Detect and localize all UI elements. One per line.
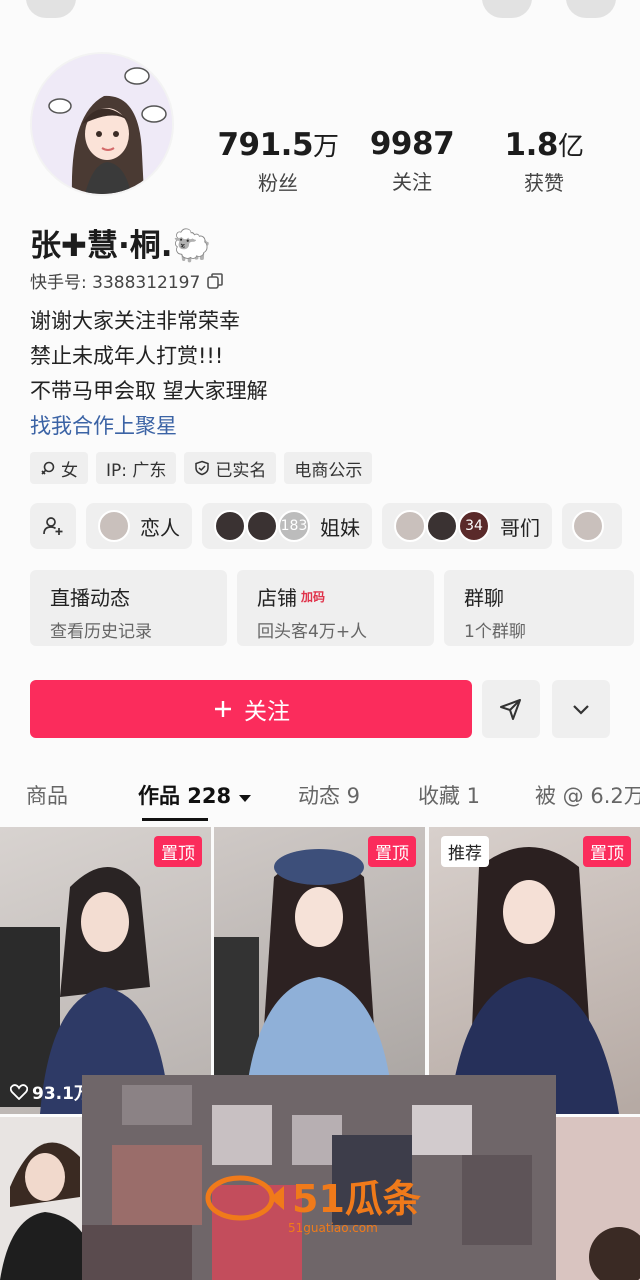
watermark-domain: 51guatiao.com xyxy=(288,1221,378,1235)
copy-icon[interactable] xyxy=(206,272,224,290)
tag-text: 女 xyxy=(61,460,78,481)
video-thumbnail[interactable]: 置顶 93.1万 xyxy=(0,827,211,1114)
send-message-button[interactable] xyxy=(482,680,540,738)
more-options-button[interactable] xyxy=(552,680,610,738)
pinned-badge: 置顶 xyxy=(368,836,416,867)
video-thumbnail[interactable]: 置顶 xyxy=(214,827,425,1114)
send-icon xyxy=(500,699,521,720)
tag-text: IP: 广东 xyxy=(106,460,167,481)
card-title: 直播动态 xyxy=(50,586,130,610)
tag-text: 已实名 xyxy=(215,460,267,481)
card-subtitle: 1个群聊 xyxy=(464,622,526,642)
avatar xyxy=(572,510,604,542)
stat-label: 获赞 xyxy=(524,171,564,195)
card-badge: 加码 xyxy=(301,590,326,604)
search-button[interactable] xyxy=(482,0,532,18)
plus-icon xyxy=(215,701,231,717)
stat-label: 关注 xyxy=(392,170,432,194)
card-subtitle: 回头客4万+人 xyxy=(257,622,368,642)
avatar-illustration xyxy=(32,54,172,194)
video-preview xyxy=(214,849,394,1114)
tag-ecommerce[interactable]: 电商公示 xyxy=(284,452,373,484)
shield-check-icon xyxy=(195,460,210,476)
bio: 谢谢大家关注非常荣幸 禁止未成年人打赏!!! 不带马甲会取 望大家理解 找我合作… xyxy=(30,304,268,444)
feature-cards: 直播动态 查看历史记录 店铺 加码 回头客4万+人 群聊 1个群聊 xyxy=(30,570,634,646)
tag-text: 电商公示 xyxy=(294,460,363,481)
avatar xyxy=(214,510,246,542)
video-preview xyxy=(0,867,170,1114)
card-group-chat[interactable]: 群聊 1个群聊 xyxy=(444,570,634,646)
relation-brothers[interactable]: 34 哥们 xyxy=(382,503,552,549)
card-title: 店铺 xyxy=(257,586,297,610)
tab-goods[interactable]: 商品 xyxy=(26,780,68,810)
more-button[interactable] xyxy=(566,0,616,18)
content-tabs: 商品 作品 228 动态 9 收藏 1 被 @ 6.2万 xyxy=(0,770,640,822)
add-user-icon xyxy=(43,517,63,535)
relation-more[interactable] xyxy=(562,503,622,549)
avatar[interactable] xyxy=(30,52,174,196)
follow-button[interactable]: 关注 xyxy=(30,680,472,738)
bio-line: 谢谢大家关注非常荣幸 xyxy=(30,309,240,333)
user-id: 快手号: 3388312197 xyxy=(30,268,224,293)
tag-verified[interactable]: 已实名 xyxy=(184,452,277,484)
follow-label: 关注 xyxy=(244,699,290,725)
relation-lover[interactable]: 恋人 xyxy=(86,503,192,549)
cooperation-link[interactable]: 找我合作上聚星 xyxy=(30,409,268,444)
profile-name: 张✚慧·桐.🐑 xyxy=(30,228,212,264)
relation-label: 姐妹 xyxy=(320,515,360,540)
relations-row: 恋人 183 姐妹 34 哥们 xyxy=(30,503,622,549)
stat-label: 粉丝 xyxy=(258,171,298,195)
stat-value: 1.8亿 xyxy=(504,127,584,163)
tab-works[interactable]: 作品 228 xyxy=(138,780,252,810)
avatar xyxy=(98,510,130,542)
relation-count: 183 xyxy=(278,510,310,542)
bio-line: 不带马甲会取 望大家理解 xyxy=(30,379,268,403)
tag-ip: IP: 广东 xyxy=(96,452,177,484)
watermark-brand: 51瓜条 xyxy=(292,1177,421,1221)
relation-sisters[interactable]: 183 姐妹 xyxy=(202,503,372,549)
avatar xyxy=(426,510,458,542)
card-live[interactable]: 直播动态 查看历史记录 xyxy=(30,570,227,646)
heart-icon xyxy=(10,1083,28,1100)
tag-gender: 女 xyxy=(30,452,88,484)
back-button[interactable] xyxy=(26,0,76,18)
video-thumbnail[interactable]: 推荐 置顶 xyxy=(429,827,640,1114)
card-title: 群聊 xyxy=(464,586,504,610)
watermark-logo: 51瓜条 51guatiao.com xyxy=(205,1175,421,1235)
stat-value: 9987 xyxy=(369,126,455,162)
relation-count: 34 xyxy=(458,510,490,542)
relation-label: 哥们 xyxy=(500,515,540,540)
card-shop[interactable]: 店铺 加码 回头客4万+人 xyxy=(237,570,434,646)
female-icon xyxy=(41,461,55,475)
user-id-text: 快手号: 3388312197 xyxy=(30,273,201,293)
stat-following[interactable]: 9987 关注 xyxy=(342,126,482,195)
avatar xyxy=(394,510,426,542)
avatar xyxy=(246,510,278,542)
chevron-down-icon xyxy=(573,705,589,715)
relation-label: 恋人 xyxy=(140,515,180,540)
tab-favorites[interactable]: 收藏 1 xyxy=(418,780,480,810)
tab-label: 作品 228 xyxy=(138,784,232,808)
profile-tags: 女 IP: 广东 已实名 电商公示 xyxy=(30,452,373,484)
caret-down-icon xyxy=(239,795,252,802)
tab-mentioned[interactable]: 被 @ 6.2万 xyxy=(535,780,640,810)
pinned-badge: 置顶 xyxy=(154,836,202,867)
active-tab-indicator xyxy=(142,818,208,821)
tab-moments[interactable]: 动态 9 xyxy=(298,780,360,810)
card-subtitle: 查看历史记录 xyxy=(50,622,152,642)
stat-likes[interactable]: 1.8亿 获赞 xyxy=(474,126,614,196)
recommend-badge: 推荐 xyxy=(441,836,489,867)
bio-line: 禁止未成年人打赏!!! xyxy=(30,344,224,368)
pinned-badge: 置顶 xyxy=(583,836,631,867)
stat-fans[interactable]: 791.5万 粉丝 xyxy=(208,126,348,196)
add-friend-button[interactable] xyxy=(30,503,76,549)
like-count: 93.1万 xyxy=(10,1079,91,1104)
stat-value: 791.5万 xyxy=(217,127,339,163)
sheep-emoji: 🐑 xyxy=(172,228,212,264)
video-preview xyxy=(449,847,619,1114)
